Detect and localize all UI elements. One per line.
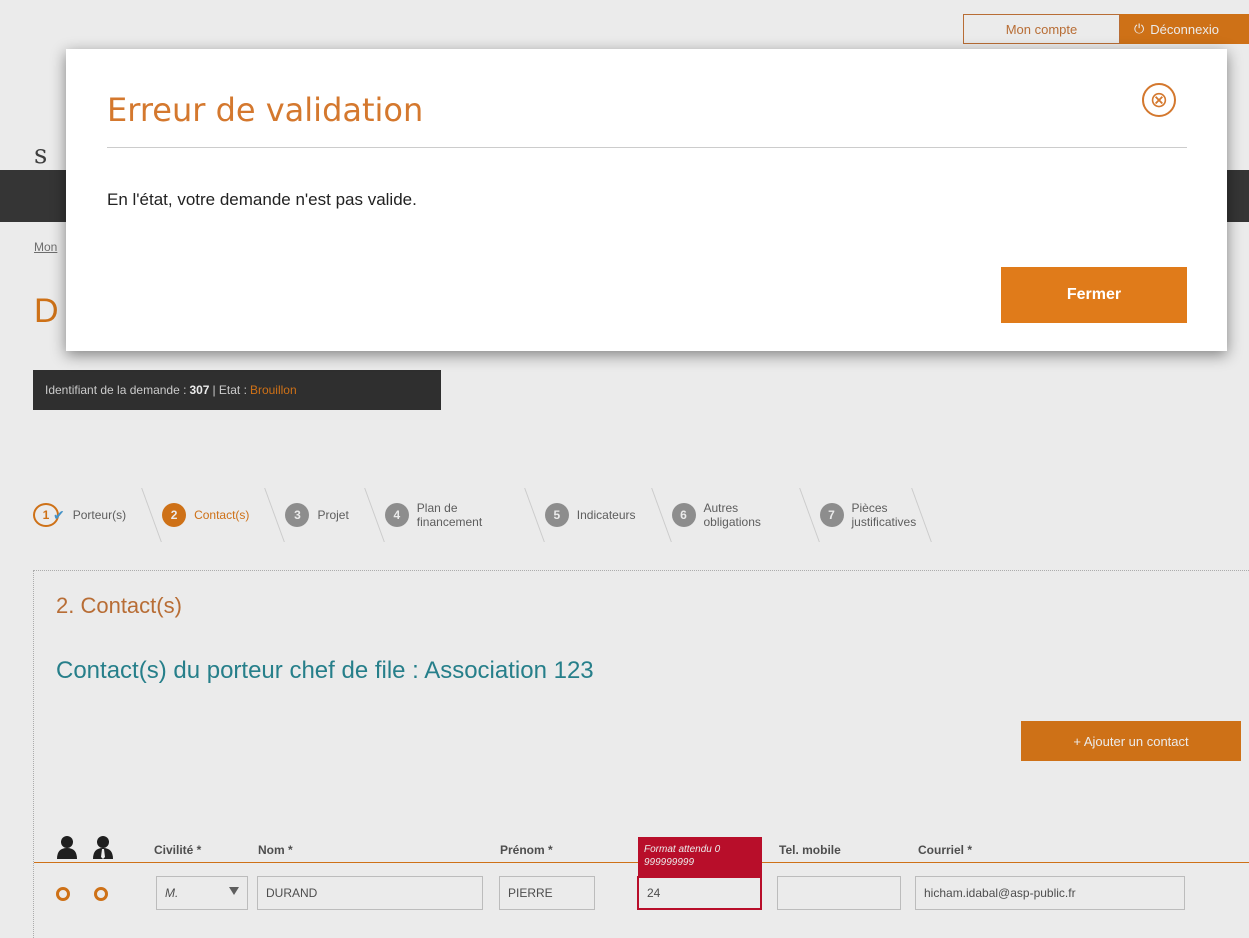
close-icon[interactable]: ⊗ — [1142, 83, 1176, 117]
modal-title: Erreur de validation — [107, 91, 424, 129]
modal-message: En l'état, votre demande n'est pas valid… — [107, 190, 417, 209]
modal-divider — [107, 147, 1187, 148]
validation-error-modal: Erreur de validation ⊗ En l'état, votre … — [66, 49, 1227, 351]
close-modal-button[interactable]: Fermer — [1001, 267, 1187, 323]
